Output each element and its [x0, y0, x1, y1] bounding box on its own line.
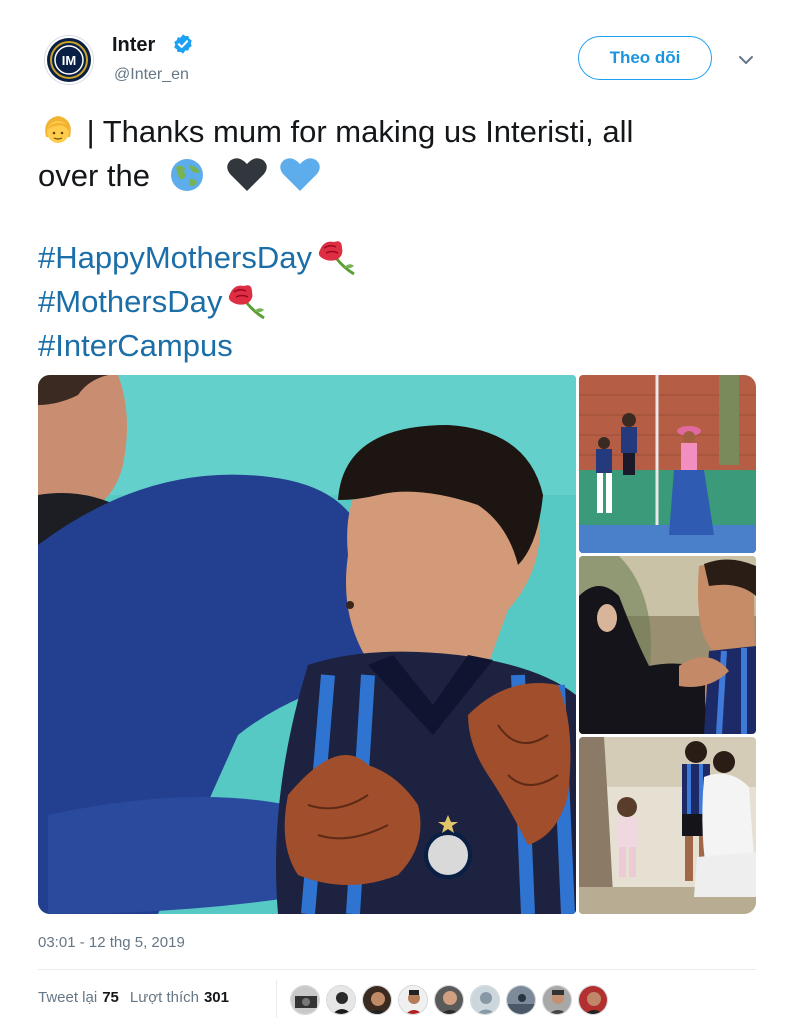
retweets-label: Tweet lại [38, 989, 98, 1006]
liker-avatar[interactable] [362, 985, 392, 1015]
retweets-count: 75 [102, 989, 119, 1006]
rose-emoji-icon [318, 241, 355, 276]
author-handle[interactable]: @Inter_en [114, 66, 189, 84]
photo-2[interactable] [579, 375, 756, 553]
tweet-text: | Thanks mum for making us Interisti, al… [38, 110, 758, 198]
liker-avatars [290, 985, 614, 1015]
stats-divider [276, 980, 277, 1018]
liker-avatar[interactable] [506, 985, 536, 1015]
hashtags: #HappyMothersDay #MothersDay #InterCampu… [38, 236, 360, 368]
tweet-timestamp[interactable]: 03:01 - 12 thg 5, 2019 [38, 934, 185, 951]
hashtag-intercampus[interactable]: #InterCampus [38, 324, 233, 368]
tweet-text-line-2: over the [38, 158, 151, 193]
like-stat[interactable]: Lượt thích 301 [130, 989, 229, 1006]
blue-heart-emoji-icon [280, 158, 320, 191]
liker-avatar[interactable] [290, 985, 320, 1015]
likes-count: 301 [203, 989, 229, 1006]
tweet-text-line-1: | Thanks mum for making us Interisti, al… [86, 114, 634, 149]
photo-3[interactable] [579, 556, 756, 734]
author-name[interactable]: Inter [112, 34, 155, 57]
retweet-stat[interactable]: Tweet lại 75 [38, 989, 119, 1006]
hashtag-happymothersday[interactable]: #HappyMothersDay [38, 236, 312, 280]
globe-emoji-icon [170, 158, 203, 191]
inter-logo-icon: IM [47, 38, 91, 82]
liker-avatar[interactable] [578, 985, 608, 1015]
chevron-down-icon[interactable] [736, 50, 756, 70]
black-heart-emoji-icon [227, 158, 268, 191]
main-photo[interactable] [38, 375, 576, 914]
liker-avatar[interactable] [470, 985, 500, 1015]
author-avatar[interactable]: IM [44, 35, 94, 85]
svg-text:IM: IM [62, 53, 76, 68]
follow-button[interactable]: Theo dõi [578, 36, 712, 80]
liker-avatar[interactable] [398, 985, 428, 1015]
liker-avatar[interactable] [326, 985, 356, 1015]
divider [38, 969, 756, 970]
hashtag-mothersday[interactable]: #MothersDay [38, 280, 222, 324]
verified-badge-icon [174, 34, 192, 54]
photo-4[interactable] [579, 737, 756, 914]
liker-avatar[interactable] [542, 985, 572, 1015]
tweet-stats: Tweet lại 75 Lượt thích 301 [38, 989, 229, 1006]
rose-emoji-icon [229, 285, 266, 320]
likes-label: Lượt thích [129, 989, 199, 1006]
woman-emoji-icon [45, 115, 71, 143]
liker-avatar[interactable] [434, 985, 464, 1015]
